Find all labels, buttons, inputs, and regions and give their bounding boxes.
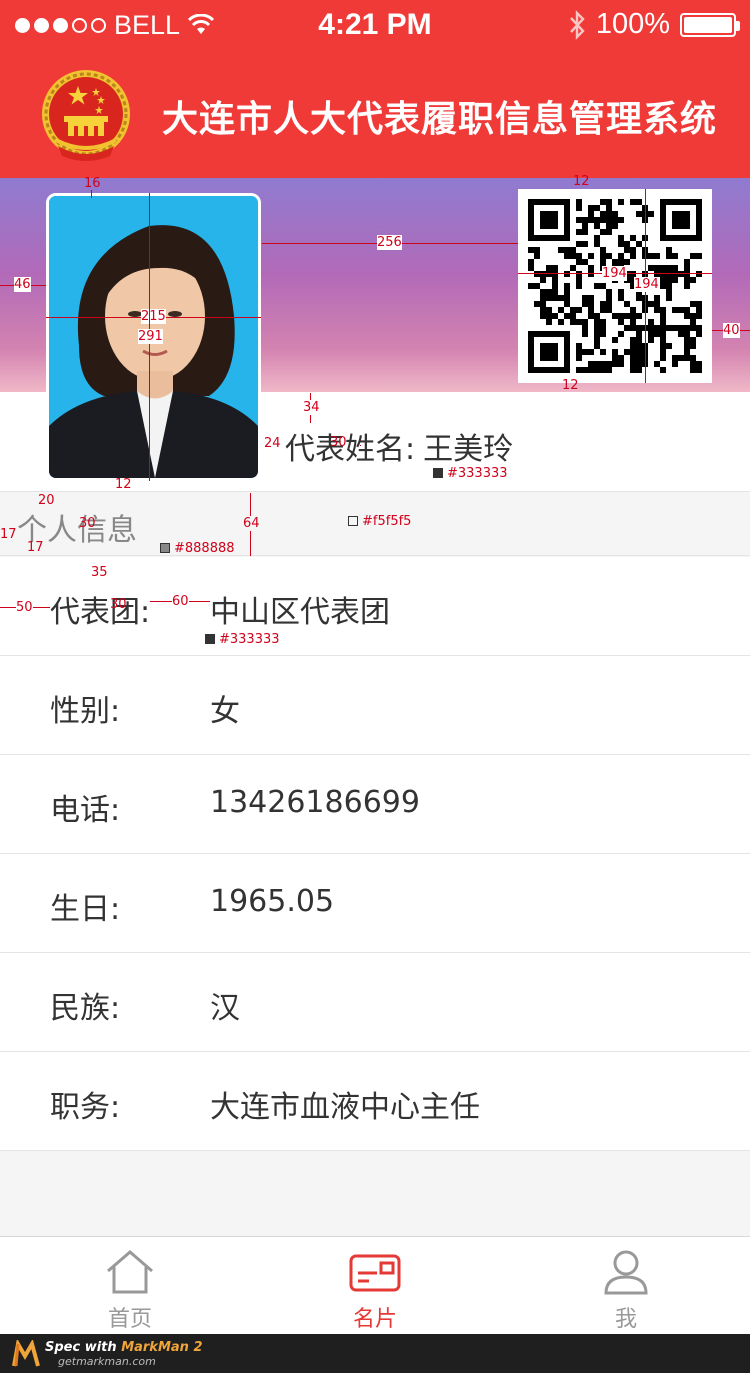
ann-row-top: 35 <box>91 565 108 580</box>
info-row-gender: 性别: 女 <box>0 656 750 755</box>
ann-section-bg: #f5f5f5 <box>348 514 411 529</box>
ann-name-top: 34 <box>303 400 320 415</box>
info-label: 生日: <box>50 892 121 927</box>
tab-label: 首页 <box>107 1307 152 1332</box>
ann-qr-height: 194 <box>634 277 659 292</box>
ann-photo-top: 16 <box>84 176 101 191</box>
representative-name: 代表姓名: 王美玲 <box>285 424 513 468</box>
info-value: 汉 <box>210 991 240 1026</box>
info-value[interactable]: 13426186699 <box>210 785 420 820</box>
info-label: 性别: <box>50 694 121 729</box>
tab-card[interactable]: 名片 <box>250 1237 500 1335</box>
ann-section-top: 20 <box>38 493 55 508</box>
ann-photo-height: 291 <box>138 329 163 344</box>
ann-photo-bottom: 12 <box>115 477 132 492</box>
tab-bar: 首页 名片 我 <box>0 1236 750 1334</box>
app-header: BELL 4:21 PM 100% 大连市人大代表履职信息管理系统 <box>0 0 750 178</box>
info-label: 电话: <box>50 793 121 828</box>
status-right: 100% <box>568 8 740 41</box>
ann-qr-right: 40 <box>723 323 740 338</box>
ann-section-left: 17 <box>0 527 17 542</box>
home-icon <box>107 1250 153 1294</box>
info-label: 代表团: <box>50 595 151 630</box>
app-title: 大连市人大代表履职信息管理系统 <box>162 99 718 140</box>
info-list: 代表团: 中山区代表团 性别: 女 电话: 13426186699 生日: 19… <box>0 557 750 1151</box>
info-row-birthday: 生日: 1965.05 <box>0 854 750 953</box>
tab-label: 名片 <box>352 1307 397 1332</box>
bluetooth-icon <box>569 9 585 40</box>
status-bar: BELL 4:21 PM 100% <box>0 0 750 50</box>
ann-section-inner: 17 <box>27 540 44 555</box>
tab-label: 我 <box>614 1307 637 1332</box>
ann-name-color: #333333 <box>433 466 508 481</box>
ann-photo-to-qr: 256 <box>377 235 402 250</box>
ann-row-color: #333333 <box>205 632 280 647</box>
ann-photo-width: 215 <box>141 309 166 324</box>
tab-home[interactable]: 首页 <box>5 1237 255 1335</box>
ann-section-height: 64 <box>243 516 260 531</box>
tab-me[interactable]: 我 <box>501 1237 750 1335</box>
battery-icon <box>680 12 740 37</box>
info-row-position: 职务: 大连市血液中心主任 <box>0 1052 750 1151</box>
info-row-ethnicity: 民族: 汉 <box>0 953 750 1052</box>
ann-row-font: 30 <box>110 597 127 612</box>
ann-section-font: 30 <box>79 516 96 531</box>
qr-code[interactable] <box>518 189 712 383</box>
markman-footer: Spec with MarkMan 2 getmarkman.com <box>0 1334 750 1373</box>
info-value: 女 <box>210 694 240 729</box>
national-emblem-icon <box>42 70 130 161</box>
name-value: 王美玲 <box>423 432 514 467</box>
footer-spec-text: Spec with MarkMan 2 <box>45 1340 203 1355</box>
qr-code-image <box>528 199 702 373</box>
markman-logo-icon <box>12 1340 40 1367</box>
ann-row-left: 50 <box>16 600 33 615</box>
ann-qr-width: 194 <box>602 266 627 281</box>
ann-section-color: #888888 <box>160 541 235 556</box>
ann-qr-top: 12 <box>573 174 590 189</box>
info-value: 1965.05 <box>210 884 335 919</box>
ann-row-gap: 60 <box>172 594 189 609</box>
ann-name-font: 30 <box>330 435 347 450</box>
name-label: 代表姓名: <box>285 432 416 467</box>
info-row-phone[interactable]: 电话: 13426186699 <box>0 755 750 854</box>
info-label: 民族: <box>50 991 121 1026</box>
card-icon <box>349 1254 401 1292</box>
info-value: 大连市血液中心主任 <box>210 1090 480 1125</box>
user-icon <box>604 1250 648 1295</box>
ann-qr-bottom: 12 <box>562 378 579 393</box>
ann-photo-to-name: 24 <box>264 436 281 451</box>
info-value: 中山区代表团 <box>210 595 390 630</box>
page: BELL 4:21 PM 100% 大连市人大代表履职信息管理系统 代表姓名: … <box>0 0 750 1373</box>
info-label: 职务: <box>50 1090 121 1125</box>
battery-percent: 100% <box>595 8 670 40</box>
ann-photo-left: 46 <box>14 277 31 292</box>
footer-site: getmarkman.com <box>58 1355 156 1368</box>
